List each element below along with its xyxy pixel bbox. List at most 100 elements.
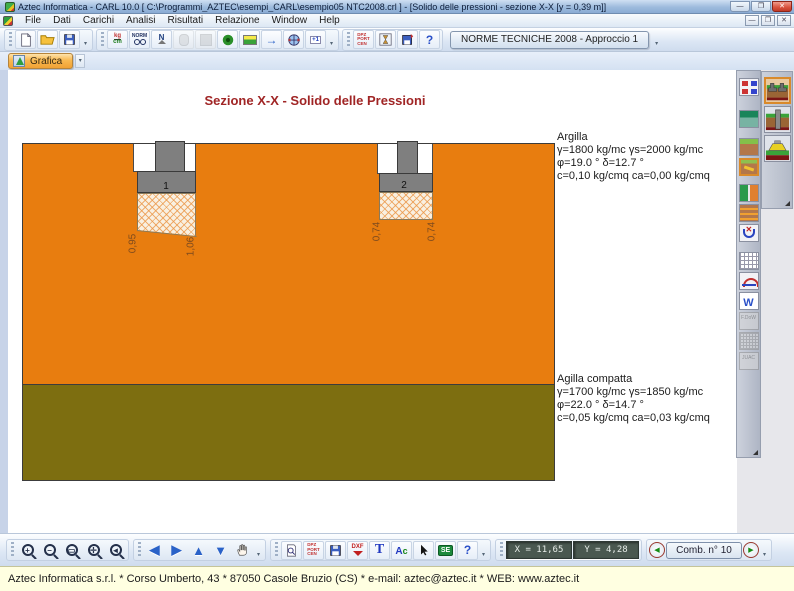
menu-file[interactable]: File <box>19 14 47 27</box>
open-file-button[interactable] <box>37 30 58 49</box>
maximize-button[interactable]: ❐ <box>751 1 771 12</box>
menu-analisi[interactable]: Analisi <box>120 14 161 27</box>
mdi-minimize-button[interactable]: — <box>745 15 759 26</box>
disabled-tool-button <box>195 30 216 49</box>
normative-button[interactable]: NORM <box>129 30 150 49</box>
toolbar-overflow[interactable]: ▾ <box>479 541 488 560</box>
mdi-close-button[interactable]: ✕ <box>777 15 791 26</box>
platea-icon[interactable] <box>739 110 759 128</box>
dimension-label: 0,95 <box>128 227 139 261</box>
zoom-out-button[interactable]: − <box>39 541 60 560</box>
menu-carichi[interactable]: Carichi <box>77 14 120 27</box>
close-button[interactable]: ✕ <box>772 1 792 12</box>
toolbar-grip[interactable] <box>9 32 12 48</box>
zoom-window-button[interactable]: ▭ <box>61 541 82 560</box>
pan-hand-icon <box>236 543 250 557</box>
carichi-terreno-icon[interactable] <box>739 204 759 222</box>
select-pointer-button[interactable] <box>413 541 434 560</box>
tab-grafica[interactable]: Grafica <box>8 53 73 69</box>
dpz-icon: DPZ PORT CEN <box>307 543 320 557</box>
menu-window[interactable]: Window <box>266 14 314 27</box>
soil-props-gamma: γ=1700 kg/mc γs=1850 kg/mc <box>557 386 710 399</box>
drawing-save-button[interactable] <box>325 541 346 560</box>
foundation-type-palette <box>761 71 793 209</box>
computo-icon <box>739 332 759 350</box>
green-flower-icon <box>221 33 235 47</box>
drawing-title: Sezione X-X - Solido delle Pressioni <box>150 93 480 108</box>
materials-button[interactable] <box>217 30 238 49</box>
zoom-in-button[interactable]: + <box>17 541 38 560</box>
font-icon: Ac <box>395 541 407 559</box>
menu-risultati[interactable]: Risultati <box>162 14 210 27</box>
blue-arrow-icon: → <box>266 33 278 47</box>
batch-button[interactable] <box>375 30 396 49</box>
se-icon: SE <box>438 545 453 556</box>
export-save-button[interactable] <box>397 30 418 49</box>
pan-hand-button[interactable] <box>232 541 253 560</box>
toolbar-grip[interactable] <box>138 542 141 558</box>
pali-icon[interactable] <box>739 184 759 202</box>
pan-up-button[interactable]: ▲ <box>188 541 209 560</box>
graphics-help-button[interactable]: ? <box>457 541 478 560</box>
toolbar-grip[interactable] <box>275 542 278 558</box>
document-icon[interactable] <box>3 16 13 26</box>
zoom-previous-button[interactable]: ◄ <box>105 541 126 560</box>
palette-resize-handle[interactable] <box>785 201 790 206</box>
sidebar-resize-handle[interactable] <box>753 450 758 455</box>
save-file-button[interactable] <box>59 30 80 49</box>
toolbar-overflow[interactable]: ▾ <box>327 30 336 49</box>
units-button[interactable]: kg cm <box>107 30 128 49</box>
terreno-vegetazione-icon[interactable] <box>739 138 759 156</box>
arrow-down-icon: ▼ <box>214 543 227 558</box>
help-button[interactable]: ? <box>419 30 440 49</box>
text-tool-icon: T <box>375 542 384 558</box>
diagramma-icon[interactable] <box>739 272 759 290</box>
x-coordinate-display: X = 11,65 <box>506 541 572 559</box>
new-file-button[interactable] <box>15 30 36 49</box>
se-tool-button[interactable]: SE <box>435 541 456 560</box>
plinti-grid-icon[interactable] <box>739 78 759 96</box>
tabella-risultati-icon[interactable] <box>739 252 759 270</box>
toolbar-grip[interactable] <box>11 542 14 558</box>
palette-sezione-icon[interactable] <box>764 135 791 162</box>
toolbar-overflow[interactable]: ▾ <box>652 30 661 49</box>
toolbar-overflow[interactable]: ▾ <box>760 541 769 560</box>
pan-left-button[interactable]: ◀ <box>144 541 165 560</box>
mdi-restore-button[interactable]: ❐ <box>761 15 775 26</box>
text-tool-button[interactable]: T <box>369 541 390 560</box>
toolbar-grip[interactable] <box>347 32 350 48</box>
dxf-export-button[interactable]: DXF <box>347 541 368 560</box>
font-options-button[interactable]: Ac <box>391 541 412 560</box>
soil-layers-button[interactable] <box>239 30 260 49</box>
section-arrow-button[interactable]: → <box>261 30 282 49</box>
palette-plinti-icon[interactable] <box>764 77 791 104</box>
toolbar-overflow[interactable]: ▾ <box>254 541 263 560</box>
analysis-options-button[interactable]: N <box>151 30 172 49</box>
next-combination-button[interactable]: ▶ <box>743 542 759 558</box>
word-export-icon[interactable]: W <box>739 292 759 310</box>
toolbar-grip[interactable] <box>500 542 503 558</box>
zoom-all-button[interactable]: ✛ <box>83 541 104 560</box>
norme-tecniche-button[interactable]: NORME TECNICHE 2008 - Approccio 1 <box>450 31 649 49</box>
toolbar-grip[interactable] <box>101 32 104 48</box>
toolbar-overflow[interactable]: ▾ <box>81 30 90 49</box>
print-preview-button[interactable] <box>281 541 302 560</box>
pan-right-button[interactable]: ▶ <box>166 541 187 560</box>
palette-palo-icon[interactable] <box>764 106 791 133</box>
window-increment-button[interactable]: +1 <box>305 30 326 49</box>
minimize-button[interactable]: — <box>730 1 750 12</box>
dpz-save-button[interactable]: DPZ PORT CEN <box>303 541 324 560</box>
previous-combination-button[interactable]: ◀ <box>649 542 665 558</box>
armature-icon[interactable]: ✕ <box>739 224 759 242</box>
menu-help[interactable]: Help <box>313 14 346 27</box>
menu-relazione[interactable]: Relazione <box>209 14 265 27</box>
menu-dati[interactable]: Dati <box>47 14 77 27</box>
bottom-toolbar: + − ▭ ✛ ◄ ◀ ▶ ▲ ▼ ▾ DPZ PORT CEN <box>0 533 794 566</box>
pan-down-button[interactable]: ▼ <box>210 541 231 560</box>
sezione-solido-pressioni-icon[interactable] <box>739 158 759 176</box>
globe-options-button[interactable] <box>283 30 304 49</box>
load-scale-icon: N <box>158 35 166 44</box>
soil-props-phi: φ=19.0 ° δ=12.7 ° <box>557 157 710 170</box>
tab-overflow[interactable]: ▾ <box>75 54 85 68</box>
dpz-export-button[interactable]: DPZ PORT CEN <box>353 30 374 49</box>
